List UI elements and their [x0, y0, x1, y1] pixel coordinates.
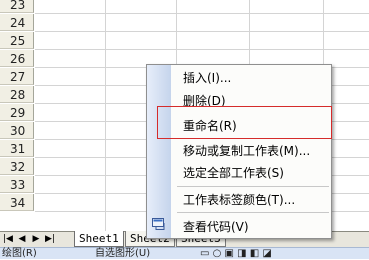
- row-cells[interactable]: [35, 32, 369, 50]
- sheet-row[interactable]: 24: [0, 14, 369, 32]
- row-header[interactable]: 28: [0, 86, 34, 103]
- menu-icon-rail: [147, 65, 171, 238]
- row-header[interactable]: 34: [0, 194, 34, 211]
- row-cells[interactable]: [35, 14, 369, 32]
- row-header[interactable]: 30: [0, 122, 34, 139]
- autoshapes-button[interactable]: 自选图形(U): [95, 248, 150, 260]
- row-cells[interactable]: [35, 0, 369, 14]
- menu-item-view-code[interactable]: 查看代码(V): [183, 220, 249, 234]
- row-header[interactable]: 31: [0, 140, 34, 157]
- row-header[interactable]: 25: [0, 32, 34, 49]
- menu-item-select-all[interactable]: 选定全部工作表(S): [183, 166, 284, 180]
- sheet-context-menu: 插入(I)... 删除(D) 重命名(R) 移动或复制工作表(M)... 选定全…: [146, 64, 332, 239]
- row-header[interactable]: 29: [0, 104, 34, 121]
- last-sheet-icon[interactable]: ▶|: [45, 234, 55, 245]
- draw-menu-button[interactable]: 绘图(R): [2, 248, 37, 260]
- toolbar-shape-icons[interactable]: ▭ ○ ▣ ◨ ◧ ◪: [200, 248, 272, 260]
- row-header[interactable]: 27: [0, 68, 34, 85]
- next-sheet-icon[interactable]: ▶: [31, 234, 41, 245]
- sheet-row[interactable]: 23: [0, 0, 369, 14]
- prev-sheet-icon[interactable]: ◀: [17, 234, 27, 245]
- first-sheet-icon[interactable]: |◀: [3, 234, 13, 245]
- row-header[interactable]: 24: [0, 14, 34, 31]
- row-header[interactable]: 26: [0, 50, 34, 67]
- highlight-box: [157, 106, 332, 139]
- menu-separator: [177, 186, 329, 187]
- row-header[interactable]: 23: [0, 0, 34, 13]
- row-header[interactable]: 32: [0, 158, 34, 175]
- menu-separator: [177, 212, 329, 213]
- row-header[interactable]: 33: [0, 176, 34, 193]
- sheet-row[interactable]: 25: [0, 32, 369, 50]
- menu-item-tab-color[interactable]: 工作表标签颜色(T)...: [183, 193, 295, 207]
- drawing-toolbar: 绘图(R) 自选图形(U) ▭ ○ ▣ ◨ ◧ ◪: [0, 247, 369, 259]
- menu-item-move-copy[interactable]: 移动或复制工作表(M)...: [183, 144, 310, 158]
- view-code-icon: [152, 218, 165, 230]
- tab-sheet1[interactable]: Sheet1: [74, 231, 124, 247]
- menu-item-insert[interactable]: 插入(I)...: [183, 71, 231, 85]
